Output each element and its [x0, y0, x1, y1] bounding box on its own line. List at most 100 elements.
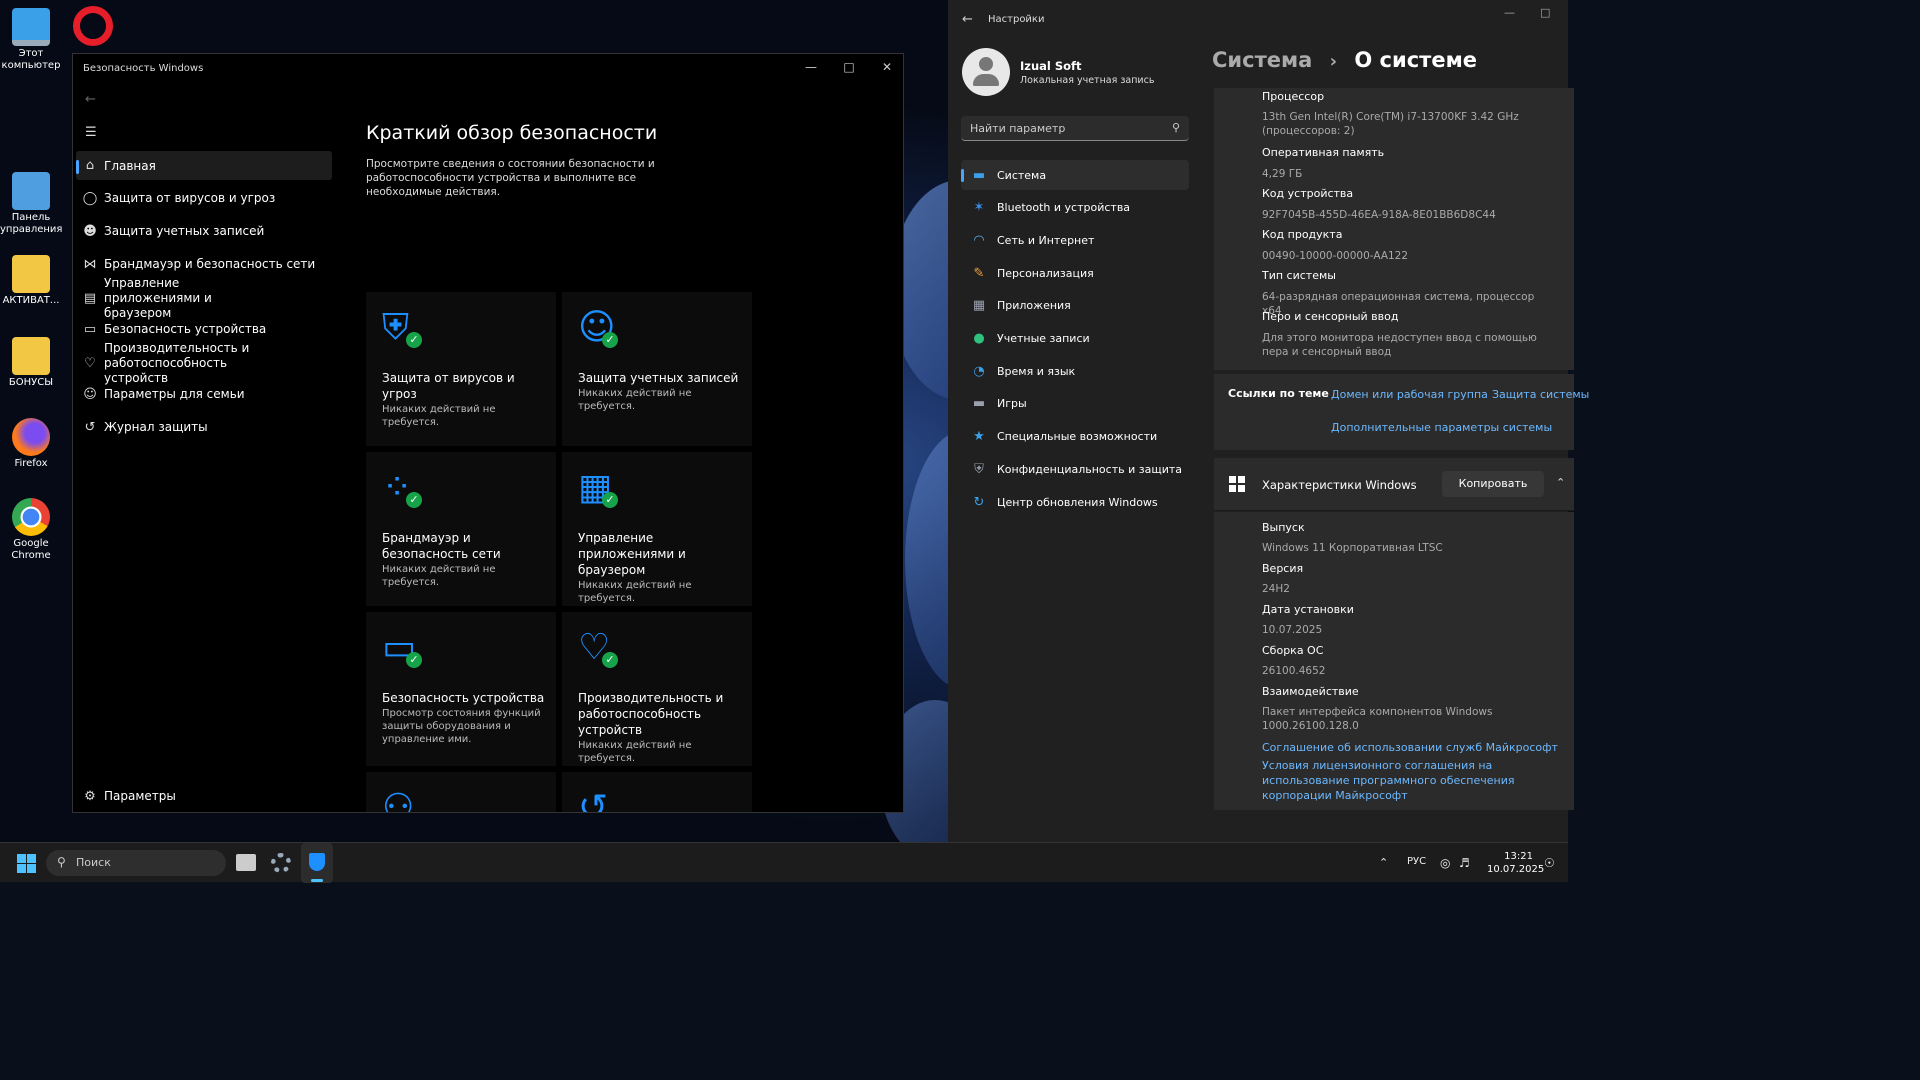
- notification-bell-icon[interactable]: ☉: [1544, 856, 1555, 870]
- link-license-terms[interactable]: Условия лицензионного соглашения на испо…: [1262, 758, 1522, 803]
- time: 13:21: [1504, 851, 1533, 862]
- clock[interactable]: 13:21 10.07.2025: [1487, 850, 1544, 876]
- taskbar-search[interactable]: ⚲ Поиск: [46, 850, 226, 876]
- nav-item-device-security[interactable]: ▭ Безопасность устройства: [76, 316, 332, 342]
- person-icon: ●: [973, 331, 985, 346]
- wifi-antenna-icon: ⁘ ✓: [382, 468, 426, 512]
- chevron-up-icon[interactable]: ⌃: [1379, 856, 1388, 869]
- settings-nav-item[interactable]: ▦ Приложения: [961, 291, 1189, 321]
- nav-item-virus[interactable]: ◯ Защита от вирусов и угроз: [76, 185, 332, 211]
- opera-icon[interactable]: [73, 6, 113, 46]
- settings-nav-item[interactable]: ▬ Игры: [961, 389, 1189, 419]
- spec-label: Тип системы: [1262, 269, 1336, 282]
- card-title: Безопасность устройства: [382, 691, 545, 705]
- win-spec-value[interactable]: Пакет интерфейса компонентов Windows 100…: [1262, 705, 1502, 733]
- start-button[interactable]: [17, 854, 36, 873]
- app-browser-icon: ▤: [83, 290, 97, 306]
- nav-item-firewall[interactable]: ⋈ Брандмауэр и безопасность сети: [76, 251, 332, 277]
- security-card[interactable]: ⛨ ✓ Защита от вирусов и угроз Никаких дейст…: [366, 292, 556, 446]
- win-spec-value[interactable]: 24H2: [1262, 582, 1502, 596]
- copy-button[interactable]: Копировать: [1442, 471, 1544, 497]
- link-system-protection[interactable]: Защита системы: [1492, 388, 1589, 401]
- desktop-icon-control-panel[interactable]: Панель управления: [0, 172, 62, 236]
- security-card[interactable]: ▭ ✓ Безопасность устройства Просмотр состоя…: [366, 612, 556, 766]
- spec-value[interactable]: 4,29 ГБ: [1262, 167, 1542, 181]
- avatar[interactable]: [962, 48, 1010, 96]
- nav-item-performance[interactable]: ♡ Производительность и работоспособность…: [76, 341, 332, 385]
- spec-value[interactable]: 92F7045B-455D-46EA-918A-8E01BB6D8C44: [1262, 208, 1542, 222]
- nav-item-home[interactable]: ⌂ Главная: [76, 151, 332, 180]
- person-icon: ☺ ✓: [578, 308, 622, 352]
- related-label: Ссылки по теме: [1228, 387, 1329, 400]
- spec-label: Код устройства: [1262, 187, 1354, 200]
- link-domain[interactable]: Домен или рабочая группа: [1331, 388, 1488, 401]
- search-input[interactable]: Найти параметр ⚲: [961, 116, 1189, 141]
- settings-nav-item[interactable]: ⛨ Конфиденциальность и защита: [961, 454, 1189, 484]
- link-advanced-settings[interactable]: Дополнительные параметры системы: [1331, 421, 1552, 434]
- settings-nav-item[interactable]: ◔ Время и язык: [961, 356, 1189, 386]
- hamburger-menu-icon[interactable]: ☰: [85, 125, 97, 140]
- maximize-icon[interactable]: □: [1540, 6, 1550, 19]
- laptop-icon: ▭: [83, 321, 97, 337]
- settings-nav-label: Приложения: [997, 299, 1071, 313]
- win-spec-value[interactable]: 10.07.2025: [1262, 623, 1502, 637]
- breadcrumb-parent[interactable]: Система: [1212, 48, 1312, 72]
- security-card[interactable]: ♡ ✓ Производительность и работоспособность…: [562, 612, 752, 766]
- security-card[interactable]: ↺Журнал защитыПросмотрите последние...: [562, 772, 752, 812]
- spec-value[interactable]: 13th Gen Intel(R) Core(TM) i7-13700KF 3.…: [1262, 110, 1542, 138]
- settings-nav-item[interactable]: ● Учетные записи: [961, 324, 1189, 354]
- security-card[interactable]: ▦ ✓ Управление приложениями и браузером Ник…: [562, 452, 752, 606]
- chevron-right-icon: ›: [1329, 51, 1338, 72]
- nav-item-family[interactable]: ☺ Параметры для семьи: [76, 381, 332, 407]
- minimize-icon[interactable]: —: [1504, 6, 1515, 19]
- nav-item-settings[interactable]: ⚙ Параметры: [76, 783, 332, 809]
- maximize-icon[interactable]: □: [841, 60, 857, 76]
- win-spec-label: Взаимодействие: [1262, 685, 1359, 698]
- desktop-icon-activator[interactable]: АКТИВАТ...: [0, 255, 62, 307]
- desktop-icon-bonus[interactable]: БОНУСЫ: [0, 337, 62, 389]
- win-spec-value[interactable]: 26100.4652: [1262, 664, 1502, 678]
- settings-nav-item[interactable]: ★ Специальные возможности: [961, 422, 1189, 452]
- spec-value[interactable]: Для этого монитора недоступен ввод с пом…: [1262, 331, 1542, 359]
- settings-nav-item[interactable]: ✎ Персонализация: [961, 258, 1189, 288]
- close-icon[interactable]: ✕: [879, 60, 895, 76]
- security-card[interactable]: ☺ ✓ Защита учетных записей Никаких действий…: [562, 292, 752, 446]
- windows-spec-header[interactable]: Характеристики Windows Копировать ⌃: [1214, 458, 1574, 511]
- desktop-icon-label: БОНУСЫ: [8, 377, 54, 388]
- nav-item-accounts[interactable]: ☻ Защита учетных записей: [76, 218, 332, 244]
- taskbar: ⚲ Поиск ⌃ РУС ◎ ♬ 13:21 10.07.2025 ☉: [0, 842, 1568, 883]
- accessibility-icon: ★: [973, 429, 985, 445]
- folder-icon: [12, 255, 50, 293]
- security-card[interactable]: ⁘ ✓ Брандмауэр и безопасность сети Никаких …: [366, 452, 556, 606]
- desktop-icon-firefox[interactable]: Firefox: [0, 418, 62, 470]
- nav-item-app-browser[interactable]: ▤ Управление приложениями и браузером: [76, 276, 332, 320]
- settings-nav-item[interactable]: ↻ Центр обновления Windows: [961, 487, 1189, 517]
- link-services-agreement[interactable]: Соглашение об использовании служб Майкро…: [1262, 741, 1562, 754]
- nav-item-label: Защита учетных записей: [104, 224, 265, 238]
- back-arrow-icon[interactable]: ←: [962, 12, 973, 27]
- nav-item-label: Безопасность устройства: [104, 322, 267, 336]
- spec-value[interactable]: 00490-10000-00000-AA122: [1262, 249, 1542, 263]
- history-icon: ↺: [84, 419, 96, 435]
- win-spec-value[interactable]: Windows 11 Корпоративная LTSC: [1262, 541, 1502, 555]
- back-arrow-icon[interactable]: ←: [85, 92, 96, 107]
- security-card[interactable]: ⚇Параметры для семьиОпределите, как...: [366, 772, 556, 812]
- minimize-icon[interactable]: —: [803, 60, 819, 76]
- nav-item-history[interactable]: ↺ Журнал защиты: [76, 414, 332, 440]
- volume-icon[interactable]: ♬: [1459, 856, 1470, 870]
- desktop-icon-chrome[interactable]: Google Chrome: [0, 498, 62, 562]
- task-view-icon[interactable]: [236, 854, 256, 871]
- win-spec-label: Версия: [1262, 562, 1304, 575]
- chevron-up-icon[interactable]: ⌃: [1556, 476, 1565, 489]
- settings-app-icon[interactable]: [271, 853, 291, 873]
- card-status: Никаких действий не требуется.: [382, 564, 496, 588]
- globe-icon[interactable]: ◎: [1440, 856, 1450, 870]
- language-indicator[interactable]: РУС: [1407, 856, 1426, 867]
- settings-nav-item[interactable]: ▬ Система: [961, 160, 1189, 190]
- settings-nav-item[interactable]: ✶ Bluetooth и устройства: [961, 193, 1189, 223]
- title-bar: Безопасность Windows: [73, 54, 903, 82]
- settings-nav-label: Игры: [997, 397, 1027, 411]
- security-app-taskbar[interactable]: [301, 843, 333, 883]
- desktop-icon-this-pc[interactable]: Этот компьютер: [0, 8, 62, 72]
- settings-nav-item[interactable]: ◠ Сеть и Интернет: [961, 225, 1189, 255]
